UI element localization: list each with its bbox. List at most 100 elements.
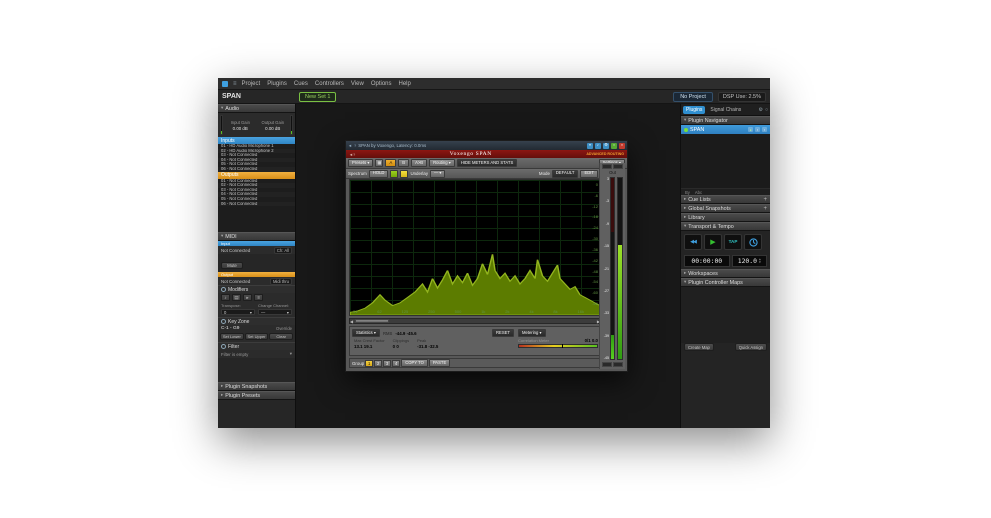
keyboard-icon[interactable]: ▤ xyxy=(232,294,241,302)
section-library[interactable]: ▸ Library xyxy=(681,213,770,222)
key-zone-mode[interactable]: Override xyxy=(276,326,292,331)
input-gain[interactable]: Input Gain 0.00 dB xyxy=(225,115,256,135)
ab-slot-b-button[interactable]: B xyxy=(398,159,410,167)
sort-by-label[interactable]: By xyxy=(685,190,690,195)
tab-signal-chains[interactable]: Signal Chains xyxy=(707,106,744,114)
statistics-dropdown[interactable]: Statistics ▾ xyxy=(352,329,381,337)
reset-button[interactable]: RESET xyxy=(492,329,514,337)
midi-channel-select[interactable]: Ch: All xyxy=(273,246,292,254)
meter-option-button[interactable] xyxy=(613,164,623,169)
tempo-display[interactable]: 120.0 ▲ ▼ xyxy=(731,255,767,267)
group-button[interactable]: 2 xyxy=(374,359,383,367)
clear-button[interactable]: Clear xyxy=(269,333,294,341)
quick-assign-button[interactable]: Quick Assign xyxy=(734,343,767,351)
midi-icon[interactable]: ♪ xyxy=(595,142,601,149)
add-icon[interactable]: + xyxy=(763,206,767,212)
new-set-button[interactable]: New Set 1 xyxy=(299,91,337,102)
menu-item[interactable]: Options xyxy=(371,81,392,87)
group-button[interactable]: 1 xyxy=(365,359,374,367)
create-map-button[interactable]: Create Map xyxy=(684,343,714,351)
plugin-titlebar[interactable]: ◄ ? SPAN by Voxengo, Latency: 0.0ms ≡ ♪ … xyxy=(346,141,627,150)
section-midi[interactable]: ▾ MIDI xyxy=(218,232,295,242)
modifiers-row[interactable]: Modifiers xyxy=(218,285,295,294)
power-icon[interactable] xyxy=(221,287,226,293)
edit-icon[interactable]: ▪ xyxy=(755,127,760,132)
power-icon[interactable] xyxy=(221,319,226,325)
section-plugin-controller-maps[interactable]: ▾ Plugin Controller Maps xyxy=(681,278,770,287)
plugin-list-item-span[interactable]: SPAN ● ▪ ▪ xyxy=(681,125,770,134)
rewind-button[interactable]: ◀◀ xyxy=(684,234,702,250)
group-button[interactable]: 4 xyxy=(392,359,401,367)
grid-icon[interactable]: ≡ xyxy=(233,81,237,87)
hide-meters-button[interactable]: HIDE METERS AND STATS xyxy=(456,159,518,167)
section-cue-lists[interactable]: ▸ Cue Lists + xyxy=(681,195,770,204)
section-workspaces[interactable]: ▸ Workspaces xyxy=(681,269,770,278)
add-icon[interactable]: + xyxy=(763,197,767,203)
filter-row[interactable]: Filter xyxy=(218,342,295,351)
gear-icon[interactable]: ⚙ xyxy=(603,142,609,149)
copy-to-button[interactable]: COPY TO xyxy=(401,359,428,367)
menu-item[interactable]: Help xyxy=(399,81,411,87)
no-project-button[interactable]: No Project xyxy=(673,91,713,102)
ab-slot-a-button[interactable]: A xyxy=(385,159,397,167)
channel-color-green-button[interactable] xyxy=(390,169,399,178)
note-icon[interactable]: ♪ xyxy=(221,294,230,302)
menu-item[interactable]: View xyxy=(351,81,364,87)
paste-button[interactable]: PASTE xyxy=(428,359,451,367)
transpose-stepper[interactable]: 0 ▾ xyxy=(221,309,255,316)
menu-icon[interactable]: ≡ xyxy=(254,294,263,302)
help-icon[interactable]: ? xyxy=(354,143,356,148)
section-plugin-snapshots[interactable]: ▸ Plugin Snapshots xyxy=(218,382,295,392)
midi-mute-button[interactable]: Mute xyxy=(221,262,243,270)
sort-abc-label[interactable]: Abc xyxy=(695,190,702,195)
spectrum-scrollbar[interactable]: ◀ ▶ xyxy=(349,318,601,324)
scroll-left-icon[interactable]: ◀ xyxy=(350,319,353,324)
menu-item[interactable]: Plugins xyxy=(267,81,287,87)
chevron-down-icon[interactable]: ▾ xyxy=(290,351,292,357)
bypass-icon[interactable]: ▪ xyxy=(762,127,767,132)
close-icon[interactable]: × xyxy=(619,142,625,149)
menu-icon[interactable]: ≡ xyxy=(587,142,593,149)
menu-item[interactable]: Controllers xyxy=(315,81,344,87)
power-icon[interactable] xyxy=(221,344,226,350)
power-icon[interactable]: ● xyxy=(748,127,753,132)
menu-item[interactable]: Cues xyxy=(294,81,308,87)
gear-icon[interactable]: ⚙ xyxy=(758,107,762,113)
group-button[interactable]: 3 xyxy=(383,359,392,367)
output-gain[interactable]: Output Gain 0.00 dB xyxy=(258,115,289,135)
metronome-button[interactable] xyxy=(744,234,762,250)
section-plugin-presets[interactable]: ▸ Plugin Presets xyxy=(218,391,295,401)
routing-dropdown[interactable]: Routing ▾ xyxy=(429,159,455,167)
hold-button[interactable]: HOLD xyxy=(368,169,389,178)
tab-plugins[interactable]: Plugins xyxy=(683,105,706,114)
chevron-down-icon[interactable]: ▾ xyxy=(287,310,289,315)
change-channel-select[interactable]: — ▾ xyxy=(258,309,292,316)
presets-dropdown[interactable]: Presets ▾ xyxy=(348,159,374,167)
pin-icon[interactable]: ○ xyxy=(765,107,768,113)
underlay-select[interactable]: — ▾ xyxy=(430,169,446,178)
stepper-arrows-icon[interactable]: ▾ xyxy=(250,310,252,315)
scrollbar-handle[interactable] xyxy=(355,319,390,323)
meter-option-button[interactable] xyxy=(602,164,612,169)
set-lower-button[interactable]: Set Lower xyxy=(220,333,244,341)
section-transport-tempo[interactable]: ▾ Transport & Tempo xyxy=(681,222,770,231)
section-global-snapshots[interactable]: ▸ Global Snapshots + xyxy=(681,204,770,213)
tap-tempo-button[interactable]: TAP xyxy=(724,234,742,250)
metering-dropdown[interactable]: Metering ▾ xyxy=(518,329,546,337)
power-icon[interactable]: ○ xyxy=(611,142,617,149)
section-plugin-navigator[interactable]: ▾ Plugin Navigator xyxy=(681,116,770,125)
channel-color-yellow-button[interactable] xyxy=(400,169,409,178)
color-scheme-button[interactable]: ▦ xyxy=(375,159,384,167)
menu-item[interactable]: Project xyxy=(242,81,261,87)
section-audio[interactable]: ▾ Audio xyxy=(218,104,295,113)
mode-default-button[interactable]: DEFAULT xyxy=(551,169,579,178)
arrow-icon[interactable]: ▸ xyxy=(243,294,252,302)
ab-copy-button[interactable]: A>B xyxy=(411,159,428,167)
midi-thru-toggle[interactable]: Midi thru xyxy=(269,277,292,285)
mode-edit-button[interactable]: EDIT xyxy=(580,169,598,178)
key-zone-row[interactable]: Key Zone xyxy=(218,317,295,326)
back-icon[interactable]: ◄ xyxy=(348,143,352,148)
set-upper-button[interactable]: Set Upper xyxy=(244,333,269,341)
play-button[interactable]: ▶ xyxy=(704,234,722,250)
stepper-arrows-icon[interactable]: ▲ ▼ xyxy=(759,258,761,264)
